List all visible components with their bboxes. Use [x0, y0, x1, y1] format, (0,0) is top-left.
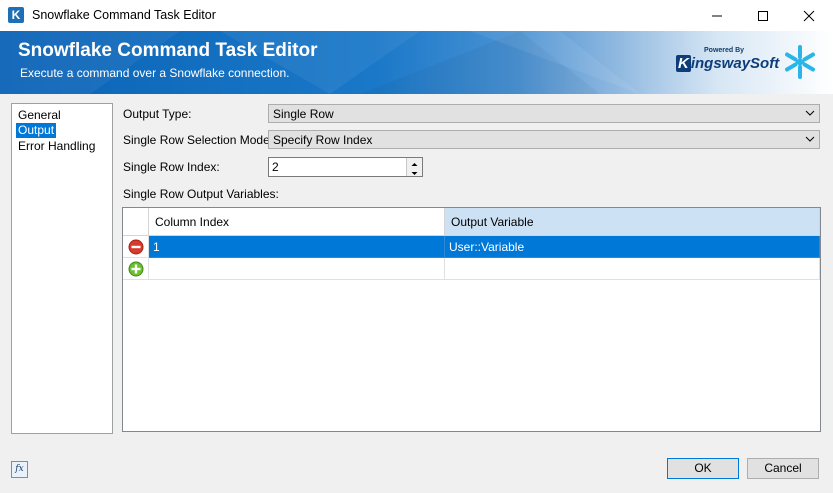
chevron-down-icon	[805, 136, 815, 142]
row-index-stepper[interactable]: 2	[268, 157, 423, 177]
stepper-down-button[interactable]	[407, 167, 422, 176]
new-cell-output-variable[interactable]	[445, 258, 820, 280]
selection-mode-value: Specify Row Index	[273, 133, 373, 147]
header-banner: Snowflake Command Task Editor Execute a …	[0, 31, 833, 94]
output-type-label: Output Type:	[123, 107, 192, 121]
output-type-value: Single Row	[273, 107, 334, 121]
expression-fx-icon[interactable]: fx	[11, 461, 28, 478]
maximize-button[interactable]	[740, 0, 786, 31]
logo-powered-text: Powered By	[704, 47, 745, 54]
grid-row-header-corner	[123, 208, 149, 236]
output-type-dropdown[interactable]: Single Row	[268, 104, 820, 123]
new-cell-column-index[interactable]	[149, 258, 445, 280]
row-index-label: Single Row Index:	[123, 160, 220, 174]
cell-column-index[interactable]: 1	[149, 236, 445, 258]
row-index-value: 2	[272, 160, 279, 174]
add-row-icon[interactable]	[128, 261, 144, 277]
banner-subtitle: Execute a command over a Snowflake conne…	[20, 66, 290, 80]
ok-button[interactable]: OK	[667, 458, 739, 479]
minimize-icon	[712, 15, 722, 17]
output-variables-label: Single Row Output Variables:	[123, 187, 279, 201]
column-header-output-variable[interactable]: Output Variable	[445, 208, 820, 236]
cancel-button[interactable]: Cancel	[747, 458, 819, 479]
row-action-cell	[123, 236, 149, 258]
banner-title: Snowflake Command Task Editor	[18, 40, 318, 61]
new-row[interactable]	[123, 258, 820, 280]
column-header-column-index[interactable]: Column Index	[149, 208, 445, 236]
row-action-cell	[123, 258, 149, 280]
close-icon	[803, 10, 815, 22]
selection-mode-label: Single Row Selection Mode:	[123, 133, 274, 147]
title-bar: K Snowflake Command Task Editor	[0, 0, 833, 32]
minimize-button[interactable]	[694, 0, 740, 31]
output-variables-grid: Column Index Output Variable 1 User::Var…	[122, 207, 821, 432]
app-icon: K	[8, 7, 24, 23]
cell-output-variable[interactable]: User::Variable	[445, 236, 820, 258]
kingswaysoft-logo: KingswaySoft	[676, 55, 780, 72]
arrow-down-icon	[411, 172, 418, 175]
selection-mode-dropdown[interactable]: Specify Row Index	[268, 130, 820, 149]
chevron-down-icon	[805, 110, 815, 116]
nav-item-general[interactable]: General	[16, 108, 63, 123]
maximize-icon	[758, 11, 768, 21]
close-button[interactable]	[786, 0, 832, 31]
window-title: Snowflake Command Task Editor	[32, 8, 216, 22]
nav-item-output[interactable]: Output	[16, 123, 57, 138]
navigation-panel: General Output Error Handling	[11, 103, 113, 434]
remove-row-icon[interactable]	[128, 239, 144, 255]
table-row[interactable]: 1 User::Variable	[123, 236, 820, 258]
snowflake-logo-icon	[785, 45, 815, 79]
nav-item-error-handling[interactable]: Error Handling	[16, 139, 97, 154]
